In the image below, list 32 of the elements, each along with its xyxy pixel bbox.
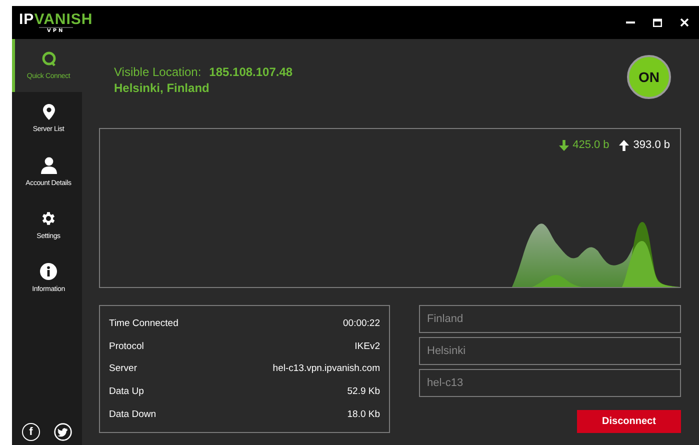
stat-label: Protocol (109, 340, 144, 352)
power-toggle-button[interactable]: ON (627, 55, 671, 99)
settings-icon (40, 210, 57, 226)
facebook-button[interactable]: f (22, 423, 40, 441)
stat-value: IKEv2 (354, 340, 380, 352)
input-field[interactable]: hel-c13 (419, 369, 681, 397)
stat-label: Data Down (109, 409, 156, 420)
stat-value: 18.0 Kb (347, 409, 380, 420)
stat-value: 00:00:22 (343, 318, 380, 329)
ip-address: 185.108.107.48 (209, 64, 293, 80)
location-name: Helsinki, Finland (114, 80, 210, 96)
map-pin-icon (42, 104, 54, 120)
input-field[interactable]: Finland (419, 305, 681, 333)
person-icon (40, 156, 56, 174)
info-icon (40, 262, 57, 280)
stat-label: Server (109, 363, 137, 374)
download-speed: 425.0 b (572, 139, 610, 151)
down-arrow-icon (558, 140, 569, 150)
stat-value: 52.9 Kb (347, 386, 380, 398)
disconnect-button[interactable]: Disconnect (577, 410, 681, 433)
up-arrow-icon (619, 140, 630, 150)
q-icon (40, 51, 56, 67)
brand-logo: IPVANISH (19, 12, 93, 26)
upload-speed: 393.0 b (633, 139, 670, 151)
stat-value: hel-c13.vpn.ipvanish.com (272, 363, 380, 374)
bird-icon[interactable] (54, 423, 72, 441)
input-field[interactable]: Helsinki (419, 337, 681, 365)
maximize-icon[interactable] (653, 18, 662, 27)
location-label: Visible Location: (114, 64, 202, 80)
close-icon[interactable] (680, 18, 689, 27)
stat-label: Time Connected (109, 318, 178, 329)
stat-label: Data Up (109, 386, 144, 398)
